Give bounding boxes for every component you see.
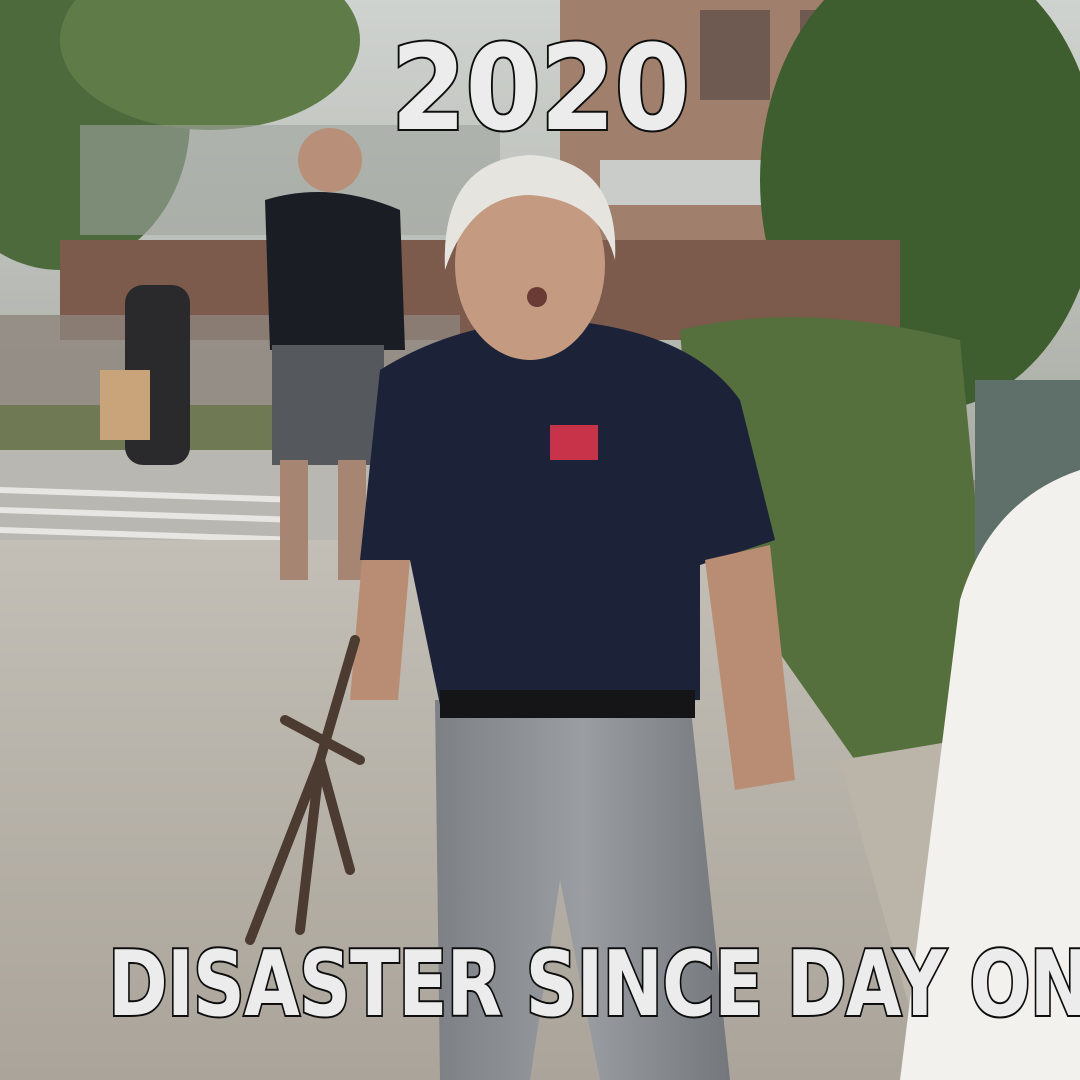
background-man-body	[265, 192, 405, 350]
main-man-belt	[440, 690, 695, 718]
meme-top-caption: 2020	[389, 17, 692, 159]
background-man-leg	[280, 460, 308, 580]
background-man-shorts	[272, 345, 384, 465]
background-man-leg	[338, 460, 366, 580]
meme-bottom-caption: DISASTER SINCE DAY ONE	[106, 930, 1080, 1039]
main-man-mouth	[527, 287, 547, 307]
paper-bag	[100, 370, 150, 440]
meme-image: 2020 DISASTER SINCE DAY ONE	[0, 0, 1080, 1080]
shirt-logo	[550, 425, 598, 460]
street-photo	[0, 0, 1080, 1080]
